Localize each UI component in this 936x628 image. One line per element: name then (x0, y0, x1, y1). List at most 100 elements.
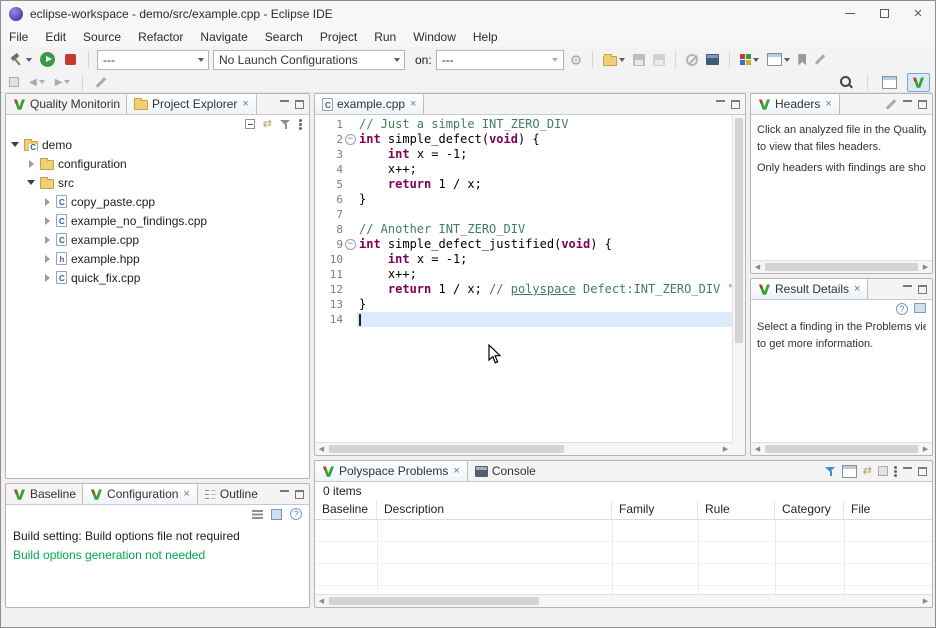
expand-arrow-icon[interactable] (26, 160, 36, 168)
expand-arrow-icon[interactable] (42, 255, 52, 263)
tree-item-demo[interactable]: demo (6, 135, 309, 154)
collapse-arrow-icon[interactable] (10, 142, 20, 147)
skip-all-breakpoints-button[interactable] (684, 52, 700, 68)
scroll-left-icon[interactable]: ◀ (315, 445, 328, 453)
view-menu-icon[interactable] (894, 466, 897, 469)
new-wizard-button[interactable] (601, 51, 627, 68)
search-button[interactable] (837, 73, 855, 91)
tab-headers[interactable]: Headers × (751, 94, 840, 114)
pin-icon[interactable] (878, 466, 888, 476)
tab-outline[interactable]: Outline (198, 484, 265, 504)
menu-refactor[interactable]: Refactor (138, 30, 183, 44)
tab-console[interactable]: Console (468, 461, 543, 481)
scrollbar-thumb[interactable] (765, 263, 918, 271)
close-window-button[interactable]: × (901, 1, 935, 26)
scroll-left-icon[interactable]: ◀ (751, 263, 764, 271)
view-menu-icon[interactable] (299, 119, 302, 122)
column-header-family[interactable]: Family (612, 500, 698, 519)
collapse-arrow-icon[interactable] (26, 180, 36, 185)
run-button[interactable] (38, 50, 57, 69)
tab-example-cpp[interactable]: example.cpp × (315, 94, 424, 114)
tab-polyspace-problems[interactable]: Polyspace Problems × (315, 461, 468, 481)
tree-item-quick-fix-cpp[interactable]: quick_fix.cpp (6, 268, 309, 287)
scrollbar-thumb[interactable] (329, 597, 539, 605)
maximize-view-icon[interactable] (295, 490, 304, 499)
horizontal-scrollbar[interactable]: ◀ ▶ (315, 442, 732, 455)
close-icon[interactable]: × (410, 98, 416, 110)
maximize-view-icon[interactable] (295, 100, 304, 109)
minimize-view-icon[interactable] (716, 100, 725, 109)
problems-grid-lines[interactable] (315, 520, 932, 594)
expand-arrow-icon[interactable] (42, 198, 52, 206)
scroll-left-icon[interactable]: ◀ (751, 445, 764, 453)
close-icon[interactable]: × (854, 283, 860, 295)
menu-project[interactable]: Project (320, 30, 357, 44)
export-icon[interactable] (271, 509, 282, 520)
minimize-view-icon[interactable] (903, 467, 912, 476)
link-icon[interactable]: ⇄ (863, 466, 872, 476)
save-button[interactable] (631, 52, 647, 68)
scrollbar-thumb[interactable] (735, 118, 743, 343)
column-header-file[interactable]: File (844, 500, 933, 519)
scroll-left-icon[interactable]: ◀ (315, 597, 328, 605)
launch-target-combo[interactable]: --- (436, 50, 564, 70)
menu-help[interactable]: Help (473, 30, 498, 44)
scrollbar-thumb[interactable] (765, 445, 918, 453)
tree-item-example-hpp[interactable]: example.hpp (6, 249, 309, 268)
fold-marker-icon[interactable] (343, 132, 357, 147)
code-area[interactable]: 1// Just a simple INT_ZERO_DIV2int simpl… (315, 115, 732, 442)
save-all-button[interactable] (651, 52, 667, 68)
menu-file[interactable]: File (9, 30, 28, 44)
expand-arrow-icon[interactable] (42, 236, 52, 244)
forward-button[interactable]: ▶ (53, 75, 73, 90)
results-combo[interactable]: --- (97, 50, 209, 70)
scrollbar-thumb[interactable] (329, 445, 564, 453)
column-header-rule[interactable]: Rule (698, 500, 775, 519)
back-button[interactable]: ◀ (27, 75, 47, 90)
collapse-all-icon[interactable] (245, 119, 255, 129)
minimize-window-button[interactable] (833, 1, 867, 26)
expand-arrow-icon[interactable] (42, 217, 52, 225)
open-perspective-button[interactable] (880, 74, 899, 91)
scroll-right-icon[interactable]: ▶ (919, 445, 932, 453)
close-icon[interactable]: × (242, 98, 248, 110)
open-console-button[interactable] (704, 52, 721, 67)
maximize-view-icon[interactable] (731, 100, 740, 109)
fold-marker-icon[interactable] (343, 237, 357, 252)
menu-search[interactable]: Search (265, 30, 303, 44)
close-icon[interactable]: × (453, 465, 459, 477)
menu-edit[interactable]: Edit (45, 30, 66, 44)
close-icon[interactable]: × (183, 488, 189, 500)
column-header-category[interactable]: Category (775, 500, 844, 519)
minimize-view-icon[interactable] (280, 100, 289, 109)
help-icon[interactable]: ? (896, 303, 908, 315)
tree-item-configuration[interactable]: configuration (6, 154, 309, 173)
sort-icon[interactable] (252, 509, 263, 519)
horizontal-scrollbar[interactable]: ◀ ▶ (315, 594, 932, 607)
tab-baseline[interactable]: Baseline (6, 484, 83, 504)
menu-window[interactable]: Window (413, 30, 456, 44)
launch-configurations-combo[interactable]: No Launch Configurations (213, 50, 405, 70)
menu-run[interactable]: Run (374, 30, 396, 44)
column-header-baseline[interactable]: Baseline (315, 500, 377, 519)
scroll-right-icon[interactable]: ▶ (919, 263, 932, 271)
build-button[interactable] (7, 50, 34, 69)
scroll-right-icon[interactable]: ▶ (719, 445, 732, 453)
scroll-right-icon[interactable]: ▶ (919, 597, 932, 605)
tab-result-details[interactable]: Result Details × (751, 279, 868, 299)
tree-item-example-no-findings-cpp[interactable]: example_no_findings.cpp (6, 211, 309, 230)
maximize-view-icon[interactable] (918, 467, 927, 476)
tree-item-example-cpp[interactable]: example.cpp (6, 230, 309, 249)
pin-editor-button[interactable] (7, 75, 21, 89)
grid-icon[interactable] (842, 465, 857, 478)
polyspace-perspective-button[interactable] (907, 73, 930, 92)
last-edit-location-button[interactable] (93, 79, 109, 86)
tree-item-src[interactable]: src (6, 173, 309, 192)
bookmark-button[interactable] (796, 52, 808, 68)
menu-source[interactable]: Source (83, 30, 121, 44)
expand-arrow-icon[interactable] (42, 274, 52, 282)
close-icon[interactable]: × (825, 98, 831, 110)
minimize-view-icon[interactable] (903, 285, 912, 294)
horizontal-scrollbar[interactable]: ◀ ▶ (751, 260, 932, 273)
open-type-button[interactable] (765, 51, 792, 68)
